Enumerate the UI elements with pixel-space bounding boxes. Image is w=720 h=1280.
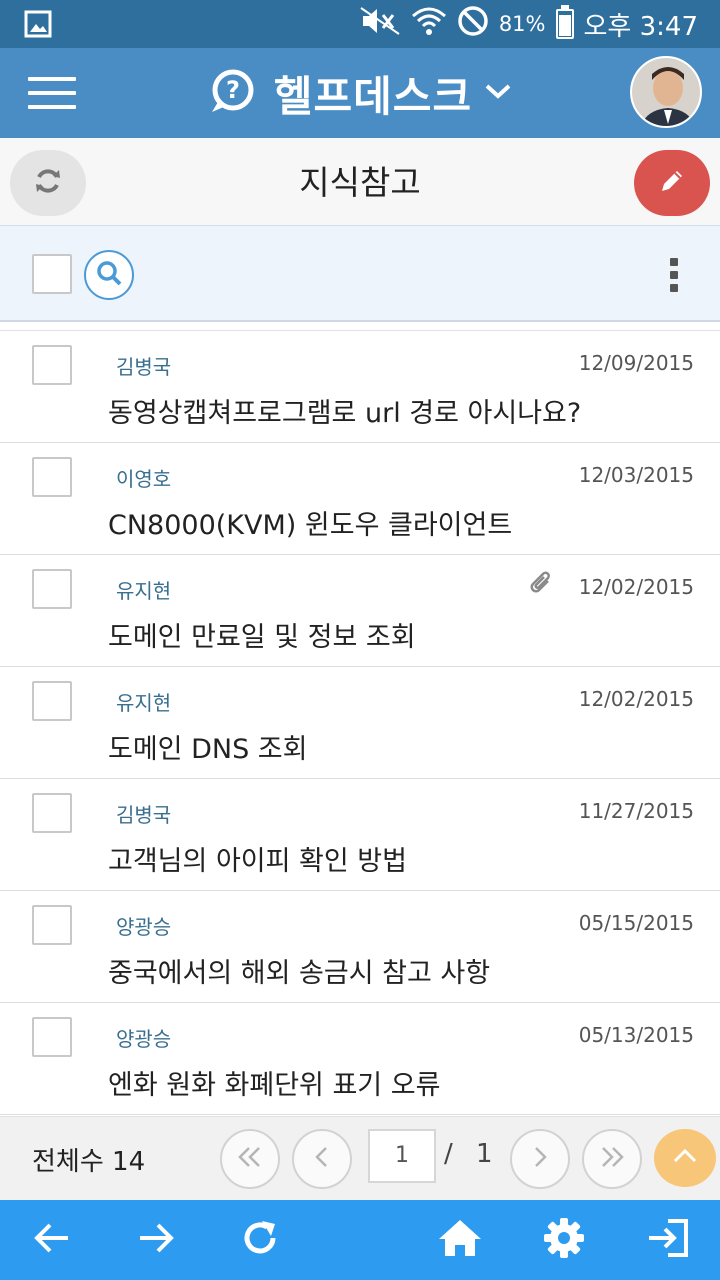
item-author: 유지현 <box>116 579 172 603</box>
no-sign-icon <box>457 5 489 44</box>
item-checkbox[interactable] <box>32 345 72 385</box>
search-button[interactable] <box>84 250 134 300</box>
logout-button[interactable] <box>644 1216 692 1264</box>
knowledge-list: 김병국 12/09/2015 동영상캡쳐프로그램로 url 경로 아시나요? 이… <box>0 330 720 1116</box>
arrow-left-icon <box>32 1221 72 1259</box>
gear-icon <box>542 1216 586 1264</box>
item-title[interactable]: 동영상캡쳐프로그램로 url 경로 아시나요? <box>108 391 581 430</box>
item-title[interactable]: 도메인 만료일 및 정보 조회 <box>108 615 416 654</box>
item-title[interactable]: 중국에서의 해외 송금시 참고 사항 <box>108 951 490 990</box>
wifi-icon <box>411 5 447 44</box>
item-author: 이영호 <box>116 467 172 491</box>
total-count: 전체수 14 <box>32 1147 146 1177</box>
item-checkbox[interactable] <box>32 905 72 945</box>
bottom-nav <box>0 1200 720 1280</box>
item-date: 12/03/2015 <box>578 463 694 487</box>
item-date: 12/02/2015 <box>578 575 694 599</box>
total-pages: 1 <box>476 1139 493 1169</box>
battery-icon <box>555 5 574 39</box>
forward-button[interactable] <box>132 1216 180 1264</box>
item-title[interactable]: 도메인 DNS 조회 <box>108 727 308 766</box>
clock: 오후 3:47 <box>583 11 699 42</box>
item-checkbox[interactable] <box>32 569 72 609</box>
arrow-right-icon <box>136 1221 176 1259</box>
list-item[interactable]: 유지현 12/02/2015 도메인 DNS 조회 <box>0 667 720 779</box>
item-title[interactable]: CN8000(KVM) 윈도우 클라이언트 <box>108 503 512 542</box>
search-icon <box>95 259 123 291</box>
pager: 전체수 14 1 / 1 <box>0 1116 720 1200</box>
home-button[interactable] <box>436 1216 484 1264</box>
next-page-button[interactable] <box>510 1129 570 1189</box>
item-date: 05/15/2015 <box>578 911 694 935</box>
settings-button[interactable] <box>540 1216 588 1264</box>
last-page-button[interactable] <box>582 1129 642 1189</box>
gallery-icon <box>24 10 52 42</box>
next-page-icon <box>530 1145 550 1173</box>
item-checkbox[interactable] <box>32 793 72 833</box>
list-item[interactable]: 김병국 11/27/2015 고객님의 아이피 확인 방법 <box>0 779 720 891</box>
paperclip-icon <box>528 569 556 599</box>
page-input[interactable]: 1 <box>368 1129 436 1183</box>
first-page-icon <box>236 1145 264 1173</box>
item-date: 11/27/2015 <box>578 799 694 823</box>
item-checkbox[interactable] <box>32 681 72 721</box>
chevron-down-icon[interactable] <box>484 81 512 105</box>
reload-button[interactable] <box>236 1216 284 1264</box>
mute-icon <box>359 6 401 43</box>
pencil-icon <box>658 167 686 199</box>
select-all-checkbox[interactable] <box>32 254 72 294</box>
item-date: 12/02/2015 <box>578 687 694 711</box>
item-author: 양광승 <box>116 915 172 939</box>
item-author: 김병국 <box>116 803 172 827</box>
first-page-button[interactable] <box>220 1129 280 1189</box>
list-item[interactable]: 이영호 12/03/2015 CN8000(KVM) 윈도우 클라이언트 <box>0 443 720 555</box>
item-author: 유지현 <box>116 691 172 715</box>
last-page-icon <box>598 1145 626 1173</box>
item-checkbox[interactable] <box>32 457 72 497</box>
item-title[interactable]: 고객님의 아이피 확인 방법 <box>108 839 407 878</box>
app-title[interactable]: 헬프데스크 <box>274 63 472 124</box>
list-item[interactable]: 유지현 12/02/2015 도메인 만료일 및 정보 조회 <box>0 555 720 667</box>
item-date: 05/13/2015 <box>578 1023 694 1047</box>
help-icon: ? <box>208 66 262 120</box>
battery-percent: 81% <box>498 12 546 36</box>
app-header: ? 헬프데스크 <box>0 48 720 138</box>
back-button[interactable] <box>28 1216 76 1264</box>
item-title[interactable]: 엔화 원화 화폐단위 표기 오류 <box>108 1063 440 1102</box>
compose-button[interactable] <box>634 150 710 216</box>
list-item[interactable]: 양광승 05/13/2015 엔화 원화 화폐단위 표기 오류 <box>0 1003 720 1115</box>
svg-text:?: ? <box>226 76 240 104</box>
page-title: 지식참고 <box>299 163 421 202</box>
status-bar: 81% 오후 3:47 <box>0 0 720 48</box>
more-vertical-icon[interactable] <box>668 258 680 292</box>
item-checkbox[interactable] <box>32 1017 72 1057</box>
prev-page-icon <box>312 1145 332 1173</box>
sub-header: 지식참고 <box>0 138 720 226</box>
home-icon <box>437 1218 483 1262</box>
chevron-up-icon <box>672 1147 698 1169</box>
avatar[interactable] <box>630 56 702 128</box>
reload-icon <box>240 1218 280 1262</box>
list-item[interactable]: 양광승 05/15/2015 중국에서의 해외 송금시 참고 사항 <box>0 891 720 1003</box>
page-separator: / <box>444 1139 453 1169</box>
scroll-top-button[interactable] <box>654 1129 716 1187</box>
item-author: 김병국 <box>116 355 172 379</box>
logout-icon <box>646 1217 690 1263</box>
prev-page-button[interactable] <box>292 1129 352 1189</box>
item-date: 12/09/2015 <box>578 351 694 375</box>
list-toolbar <box>0 226 720 322</box>
list-item[interactable]: 김병국 12/09/2015 동영상캡쳐프로그램로 url 경로 아시나요? <box>0 331 720 443</box>
item-author: 양광승 <box>116 1027 172 1051</box>
